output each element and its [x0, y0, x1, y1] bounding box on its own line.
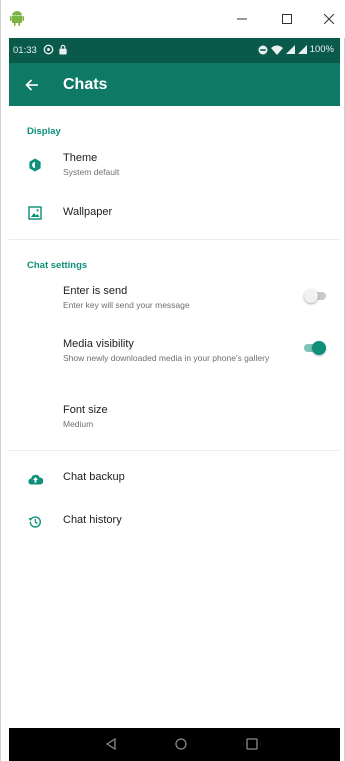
android-icon [10, 11, 24, 26]
signal-icon-2 [297, 45, 307, 54]
chat-backup-setting[interactable]: Chat backup [9, 462, 340, 494]
status-time: 01:33 [13, 45, 37, 56]
wallpaper-icon [27, 205, 43, 221]
battery-percent: 100% [309, 44, 334, 55]
chat-history-label: Chat history [63, 514, 122, 526]
app-bar: Chats [9, 63, 340, 106]
chat-history-setting[interactable]: Chat history [9, 505, 340, 537]
wallpaper-label: Wallpaper [63, 206, 113, 218]
section-header-chat-settings: Chat settings [27, 260, 88, 271]
theme-setting[interactable]: Theme System default [9, 146, 340, 186]
home-circle-icon[interactable] [174, 737, 188, 751]
enter-is-send-toggle[interactable] [304, 289, 326, 303]
media-visibility-setting[interactable]: Media visibility Show newly downloaded m… [9, 332, 340, 384]
chat-backup-label: Chat backup [63, 471, 125, 483]
back-triangle-icon[interactable] [104, 737, 118, 751]
dnd-icon [258, 45, 268, 54]
media-visibility-toggle[interactable] [304, 341, 326, 355]
cloud-upload-icon [27, 471, 43, 487]
enter-is-send-setting[interactable]: Enter is send Enter key will send your m… [9, 279, 340, 317]
emulator-window: 01:33 100% Chats Display Theme System de… [0, 0, 345, 761]
whatsapp-status-icon [43, 44, 54, 55]
font-size-setting[interactable]: Font size Medium [9, 398, 340, 436]
media-visibility-label: Media visibility [63, 338, 134, 350]
enter-is-send-description: Enter key will send your message [63, 300, 190, 310]
section-divider [9, 450, 340, 451]
enter-is-send-label: Enter is send [63, 285, 128, 297]
font-size-label: Font size [63, 404, 108, 416]
emulator-titlebar [1, 0, 345, 38]
settings-list: Display Theme System default Wallpaper C… [9, 106, 340, 728]
close-icon[interactable] [318, 9, 340, 29]
section-divider [9, 239, 340, 240]
maximize-icon[interactable] [276, 9, 298, 29]
theme-value: System default [63, 167, 120, 177]
signal-icon [285, 45, 295, 54]
media-visibility-description: Show newly downloaded media in your phon… [63, 353, 270, 363]
wifi-icon [270, 45, 283, 55]
history-icon [27, 514, 43, 530]
section-header-display: Display [27, 126, 61, 137]
theme-icon [27, 157, 43, 173]
arrow-left-icon [25, 79, 38, 91]
android-nav-bar [9, 728, 340, 761]
page-title: Chats [63, 76, 108, 93]
back-button[interactable] [21, 74, 43, 96]
theme-label: Theme [63, 152, 98, 164]
lock-icon [59, 44, 67, 55]
wallpaper-setting[interactable]: Wallpaper [9, 194, 340, 230]
minimize-icon[interactable] [231, 9, 253, 29]
status-bar: 01:33 100% [9, 38, 340, 63]
recents-square-icon[interactable] [245, 737, 259, 751]
font-size-value: Medium [63, 419, 94, 429]
